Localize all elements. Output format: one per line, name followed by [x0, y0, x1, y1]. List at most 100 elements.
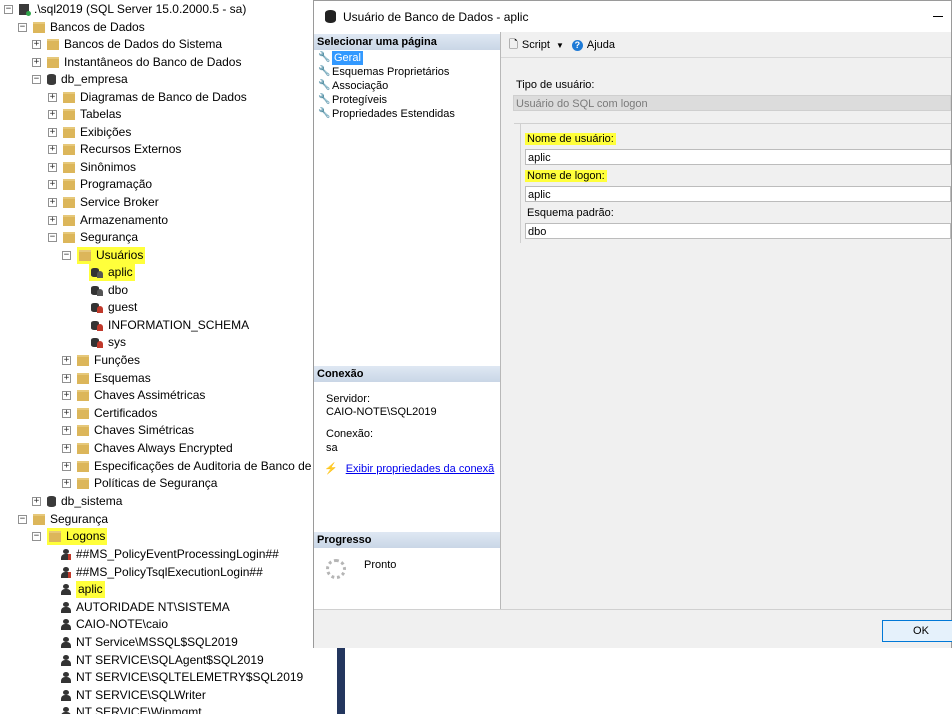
username-field[interactable]: aplic	[525, 149, 951, 165]
minimize-button[interactable]	[931, 9, 945, 23]
tree-node-server[interactable]: − .\sql2019 (SQL Server 15.0.2000.5 - sa…	[4, 1, 246, 18]
tree-node-user[interactable]: sys	[91, 334, 126, 351]
page-item[interactable]: 🔧 Esquemas Proprietários	[318, 65, 449, 79]
tree-node-db-child[interactable]: + Armazenamento	[48, 212, 168, 229]
folder-icon	[77, 425, 89, 436]
expand-icon[interactable]: +	[48, 145, 57, 154]
db-user-disabled-icon	[91, 320, 103, 331]
collapse-icon[interactable]: −	[32, 532, 41, 541]
tree-node-sec-child[interactable]: + Chaves Assimétricas	[62, 387, 205, 404]
tree-node-user[interactable]: dbo	[91, 282, 128, 299]
tree-node-sec-child[interactable]: + Funções	[62, 352, 140, 369]
collapse-icon[interactable]: −	[62, 251, 71, 260]
expand-icon[interactable]: +	[48, 163, 57, 172]
expand-icon[interactable]: +	[62, 409, 71, 418]
tree-node-db-sistema[interactable]: + db_sistema	[32, 493, 122, 510]
tree-node-users[interactable]: − Usuários	[62, 247, 146, 264]
tree-node-login[interactable]: ##MS_PolicyTsqlExecutionLogin##	[61, 564, 263, 581]
folder-icon	[33, 514, 45, 525]
tree-node-login[interactable]: NT Service\MSSQL$SQL2019	[61, 634, 238, 651]
dialog-titlebar[interactable]: Usuário de Banco de Dados - aplic	[314, 1, 951, 32]
login-name-field[interactable]: aplic	[525, 186, 951, 202]
tree-node-db-child[interactable]: + Exibições	[48, 124, 131, 141]
tree-node-sec-child[interactable]: + Esquemas	[62, 370, 151, 387]
tree-node-login[interactable]: AUTORIDADE NT\SISTEMA	[61, 599, 230, 616]
collapse-icon[interactable]: −	[18, 23, 27, 32]
login-disabled-icon	[61, 567, 71, 578]
tree-node-logons[interactable]: − Logons	[32, 528, 108, 545]
tree-node-databases[interactable]: − Bancos de Dados	[18, 19, 145, 36]
tree-node-db-security[interactable]: − Segurança	[48, 229, 138, 246]
folder-icon	[63, 215, 75, 226]
expand-icon[interactable]: +	[62, 462, 71, 471]
tree-node-sec-child[interactable]: + Certificados	[62, 405, 157, 422]
tree-node-db-child[interactable]: + Sinônimos	[48, 159, 136, 176]
expand-icon[interactable]: +	[48, 93, 57, 102]
tree-node-login[interactable]: NT SERVICE\Winmgmt	[61, 704, 202, 714]
object-explorer-tree: − .\sql2019 (SQL Server 15.0.2000.5 - sa…	[0, 0, 330, 714]
tree-node-db-child[interactable]: + Programação	[48, 176, 152, 193]
collapse-icon[interactable]: −	[32, 75, 41, 84]
expand-icon[interactable]: +	[62, 391, 71, 400]
background-area	[330, 648, 952, 714]
tree-node-sec-child[interactable]: + Chaves Simétricas	[62, 422, 194, 439]
expand-icon[interactable]: +	[48, 216, 57, 225]
tree-node-db-empresa[interactable]: − db_empresa	[32, 71, 128, 88]
wrench-icon: 🔧	[318, 66, 331, 77]
tree-node-login[interactable]: NT SERVICE\SQLAgent$SQL2019	[61, 652, 264, 669]
wrench-icon: 🔧	[318, 108, 331, 119]
default-schema-label: Esquema padrão:	[527, 207, 614, 219]
page-item[interactable]: 🔧 Propriedades Estendidas	[318, 107, 455, 121]
expand-icon[interactable]: +	[62, 479, 71, 488]
tree-node-db-child[interactable]: + Diagramas de Banco de Dados	[48, 89, 247, 106]
tree-node-db-child[interactable]: + Service Broker	[48, 194, 159, 211]
login-icon	[61, 619, 71, 630]
expand-icon[interactable]: +	[62, 356, 71, 365]
tree-node-system-databases[interactable]: + Bancos de Dados do Sistema	[32, 36, 222, 53]
collapse-icon[interactable]: −	[4, 5, 13, 14]
tree-node-user[interactable]: guest	[91, 299, 137, 316]
tree-node-sec-child[interactable]: + Chaves Always Encrypted	[62, 440, 233, 457]
expand-icon[interactable]: +	[32, 40, 41, 49]
expand-icon[interactable]: +	[48, 128, 57, 137]
expand-icon[interactable]: +	[48, 198, 57, 207]
page-item[interactable]: 🔧 Associação	[318, 79, 388, 93]
user-type-field[interactable]: Usuário do SQL com logon	[513, 95, 951, 111]
tree-node-login[interactable]: NT SERVICE\SQLTELEMETRY$SQL2019	[61, 669, 303, 686]
tree-node-sec-child[interactable]: + Especificações de Auditoria de Banco de…	[62, 458, 323, 475]
expand-icon[interactable]: +	[32, 58, 41, 67]
expand-icon[interactable]: +	[48, 110, 57, 119]
help-button[interactable]: ? Ajuda	[571, 39, 615, 51]
tree-node-login-aplic[interactable]: aplic	[61, 581, 105, 598]
expand-icon[interactable]: +	[62, 444, 71, 453]
database-user-dialog: Usuário de Banco de Dados - aplic Seleci…	[313, 0, 952, 648]
tree-node-login[interactable]: ##MS_PolicyEventProcessingLogin##	[61, 546, 279, 563]
folder-icon	[63, 179, 75, 190]
wrench-icon: 🔧	[318, 80, 331, 91]
tree-node-security[interactable]: − Segurança	[18, 511, 108, 528]
tree-node-sec-child[interactable]: + Políticas de Segurança	[62, 475, 217, 492]
script-icon: 🗋	[509, 38, 518, 51]
expand-icon[interactable]: +	[32, 497, 41, 506]
page-item[interactable]: 🔧 Protegíveis	[318, 93, 387, 107]
background-bar	[337, 648, 345, 714]
expand-icon[interactable]: +	[62, 374, 71, 383]
collapse-icon[interactable]: −	[18, 515, 27, 524]
view-connection-properties[interactable]: ⚡ Exibir propriedades da conexã	[324, 462, 494, 476]
tree-node-login[interactable]: NT SERVICE\SQLWriter	[61, 687, 206, 704]
expand-icon[interactable]: +	[48, 180, 57, 189]
tree-node-user-aplic[interactable]: aplic	[89, 264, 135, 281]
collapse-icon[interactable]: −	[48, 233, 57, 242]
dropdown-arrow-icon[interactable]: ▼	[556, 41, 564, 50]
page-item-geral[interactable]: 🔧 Geral	[318, 51, 363, 65]
folder-icon	[63, 197, 75, 208]
expand-icon[interactable]: +	[62, 426, 71, 435]
tree-node-db-child[interactable]: + Recursos Externos	[48, 141, 181, 158]
tree-node-user[interactable]: INFORMATION_SCHEMA	[91, 317, 249, 334]
default-schema-field[interactable]: dbo	[525, 223, 951, 239]
ok-button[interactable]: OK	[882, 620, 952, 642]
tree-node-db-child[interactable]: + Tabelas	[48, 106, 121, 123]
tree-node-snapshots[interactable]: + Instantâneos do Banco de Dados	[32, 54, 241, 71]
tree-node-login[interactable]: CAIO-NOTE\caio	[61, 616, 168, 633]
script-button[interactable]: 🗋 Script ▼	[509, 36, 564, 55]
